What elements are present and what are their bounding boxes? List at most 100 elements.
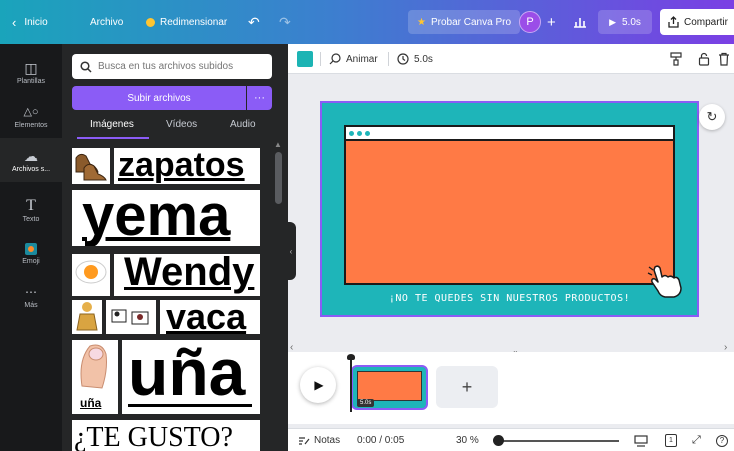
- underline: [128, 404, 252, 407]
- window-dot: [357, 130, 362, 136]
- design-slide[interactable]: ¡NO TE QUEDES SIN NUESTROS PRODUCTOS!: [320, 101, 699, 317]
- play-icon: ▶: [609, 16, 616, 27]
- rail-item-text[interactable]: T Texto: [0, 190, 62, 230]
- fullscreen-icon[interactable]: ⤢: [692, 429, 701, 451]
- image-thumb-yema[interactable]: yema: [72, 190, 260, 246]
- playhead[interactable]: [347, 354, 355, 412]
- lock-icon[interactable]: [698, 44, 710, 74]
- try-pro-button[interactable]: ★ Probar Canva Pro: [408, 10, 521, 34]
- upload-files-button[interactable]: Subir archivos: [72, 86, 246, 110]
- left-rail: ◫ Plantillas △○ Elementos ☁ Archivos s..…: [0, 44, 62, 451]
- rail-label: Elementos: [14, 121, 48, 129]
- home-label: Inicio: [24, 16, 48, 28]
- timeline-clip[interactable]: 5.0s: [351, 365, 428, 410]
- search-input[interactable]: [98, 61, 263, 72]
- timing-label: 5.0s: [414, 53, 433, 65]
- image-thumb-zapatos[interactable]: zapatos: [114, 148, 260, 184]
- search-box[interactable]: [72, 54, 272, 79]
- emoji-icon: [25, 243, 37, 255]
- resize-label: Redimensionar: [160, 16, 228, 28]
- star-icon: ★: [417, 16, 426, 28]
- present-button[interactable]: ▶ 5.0s: [598, 10, 652, 34]
- editor-toolbar: Animar 5.0s: [288, 44, 734, 74]
- image-grid: zapatos yema Wendy vaca uña uña ¿TE GUST…: [72, 146, 272, 451]
- notes-button[interactable]: Notas: [298, 429, 340, 451]
- paint-format-icon[interactable]: [670, 44, 682, 74]
- home-link[interactable]: ‹ Inicio: [12, 0, 48, 44]
- resize-button[interactable]: Redimensionar: [146, 0, 227, 44]
- figure-illustration: [76, 302, 98, 331]
- shoes-illustration: [75, 153, 107, 181]
- page-count-button[interactable]: 1: [665, 429, 677, 451]
- share-label: Compartir: [684, 16, 728, 28]
- help-label: ?: [716, 434, 728, 447]
- divider: [320, 52, 321, 66]
- rail-label: Plantillas: [16, 77, 45, 85]
- zoom-percent[interactable]: 30 %: [456, 429, 479, 451]
- chevron-left-icon: ‹: [12, 14, 17, 30]
- color-swatch[interactable]: [297, 51, 313, 67]
- refresh-icon[interactable]: ↻: [699, 104, 725, 130]
- rail-item-uploads[interactable]: ☁ Archivos s...: [0, 138, 62, 182]
- slide-caption[interactable]: ¡NO TE QUEDES SIN NUESTROS PRODUCTOS!: [322, 293, 697, 304]
- file-menu[interactable]: Archivo: [90, 0, 123, 44]
- insights-icon[interactable]: [573, 0, 587, 44]
- browser-bar: [346, 127, 673, 141]
- page-number: 1: [665, 434, 677, 447]
- finger-illustration: [80, 344, 107, 389]
- redo-icon[interactable]: ↷: [279, 0, 291, 44]
- animate-button[interactable]: Animar: [329, 44, 378, 74]
- tab-underline: [77, 137, 149, 139]
- image-thumb-egg[interactable]: [72, 254, 110, 296]
- crown-icon: [146, 17, 155, 27]
- timing-button[interactable]: 5.0s: [397, 44, 433, 74]
- undo-icon[interactable]: ↶: [248, 0, 260, 44]
- page-view-icon[interactable]: [634, 429, 648, 451]
- tab-videos[interactable]: Vídeos: [166, 119, 197, 130]
- rail-label: Archivos s...: [11, 165, 51, 173]
- rail-item-templates[interactable]: ◫ Plantillas: [0, 52, 62, 92]
- rail-item-more[interactable]: ⋯ Más: [0, 276, 62, 316]
- zoom-slider-knob[interactable]: [493, 435, 504, 446]
- share-button[interactable]: Compartir: [660, 9, 734, 35]
- invite-plus-icon[interactable]: +: [547, 0, 556, 44]
- try-pro-label: Probar Canva Pro: [430, 16, 512, 28]
- image-thumb-gusto[interactable]: ¿TE GUSTO?: [72, 420, 260, 451]
- uploads-panel: Subir archivos ··· Imágenes Vídeos Audio…: [62, 44, 288, 451]
- tab-images[interactable]: Imágenes: [90, 119, 134, 130]
- image-thumb-una[interactable]: uña: [122, 340, 260, 414]
- clip-thumbnail: [357, 371, 422, 401]
- browser-window-graphic[interactable]: [344, 125, 675, 285]
- upload-more-button[interactable]: ···: [247, 86, 272, 110]
- help-button[interactable]: ?: [716, 429, 728, 451]
- image-thumb-cows[interactable]: [106, 300, 156, 334]
- scroll-thumb[interactable]: [275, 152, 282, 204]
- rail-item-elements[interactable]: △○ Elementos: [0, 96, 62, 136]
- text-icon: T: [26, 196, 36, 214]
- window-dot: [349, 130, 354, 136]
- image-thumb-vaca[interactable]: vaca: [160, 300, 260, 334]
- notes-icon: [299, 436, 310, 445]
- image-thumb-nail[interactable]: uña: [72, 340, 118, 414]
- window-dot: [365, 130, 370, 136]
- rail-item-emoji[interactable]: Emoji: [0, 234, 62, 274]
- trash-icon[interactable]: [718, 44, 730, 74]
- avatar[interactable]: P: [519, 11, 541, 33]
- thumb-word-una-small: uña: [80, 396, 102, 410]
- play-button[interactable]: ▶: [300, 367, 336, 403]
- rail-label: Más: [24, 301, 38, 309]
- zoom-slider-track[interactable]: [499, 440, 619, 442]
- image-thumb-figure[interactable]: [72, 300, 102, 334]
- cows-illustration: [111, 309, 149, 325]
- tab-audio[interactable]: Audio: [230, 119, 256, 130]
- scroll-up-icon: ▲: [274, 140, 282, 149]
- image-thumb-shoes[interactable]: [72, 148, 110, 184]
- shapes-icon: △○: [23, 105, 39, 118]
- add-page-button[interactable]: +: [436, 366, 498, 408]
- image-thumb-wendy[interactable]: Wendy: [114, 254, 260, 296]
- collapse-panel-button[interactable]: ‹: [286, 222, 296, 280]
- rail-label: Emoji: [22, 258, 40, 265]
- thumb-word-vaca: vaca: [166, 300, 247, 334]
- panel-scrollbar[interactable]: ▲: [273, 140, 282, 451]
- more-icon: ⋯: [25, 284, 37, 299]
